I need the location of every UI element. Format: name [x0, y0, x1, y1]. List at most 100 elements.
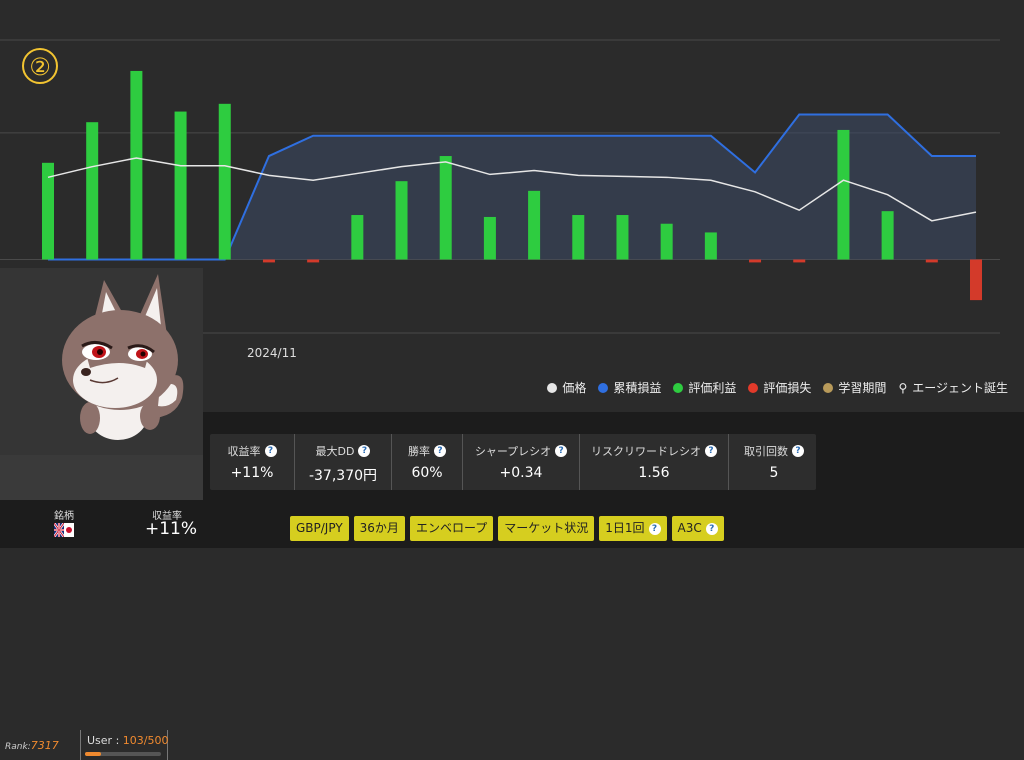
strategy-tag-label: GBP/JPY	[296, 521, 343, 535]
stat-label: シャープレシオ	[474, 445, 552, 458]
stat-label: 勝率	[408, 445, 430, 458]
stat-label-row: 勝率?	[392, 443, 462, 459]
pin-icon: ⚲	[898, 380, 908, 395]
loss-bar	[749, 259, 762, 263]
strategy-tag-label: エンベロープ	[415, 521, 488, 535]
help-icon[interactable]: ?	[555, 445, 568, 457]
strategy-tag[interactable]: 1日1回?	[599, 516, 667, 541]
stat-cell: 最大DD? -37,370円	[295, 434, 392, 490]
stat-value: +0.34	[499, 465, 543, 481]
legend-dot-icon	[547, 382, 558, 393]
stock-label: 銘柄	[54, 511, 74, 522]
strategy-tag[interactable]: マーケット状況	[498, 516, 595, 541]
profit-bar	[439, 156, 452, 260]
legend-label: 価格	[562, 381, 587, 395]
profit-bar	[395, 181, 408, 260]
performance-stats-bar: 収益率? +11% 最大DD? -37,370円 勝率? 60% シャープレシオ? +0.34…	[210, 434, 816, 490]
profit-bar	[616, 215, 629, 260]
agent-avatar-illustration	[62, 274, 184, 440]
strategy-tag-label: A3C	[677, 521, 702, 535]
gbp-jpy-flag-icon	[54, 523, 74, 537]
help-icon[interactable]: ?	[434, 445, 446, 457]
profit-bar	[572, 215, 585, 260]
user-progress-fill	[85, 752, 101, 756]
profit-bar	[704, 232, 717, 260]
strategy-tag[interactable]: GBP/JPY	[290, 516, 349, 541]
legend-label: 学習期間	[838, 381, 887, 395]
stat-label: 取引回数	[744, 445, 788, 458]
profit-bar	[174, 111, 187, 260]
loss-bar	[262, 259, 275, 263]
legend-label: 累積損益	[613, 381, 662, 395]
profit-bar	[483, 216, 496, 260]
loss-bar	[925, 259, 938, 263]
legend-item[interactable]: 評価利益	[673, 379, 736, 396]
stat-label: 収益率	[227, 445, 261, 458]
user-count-text: User : 103/500	[87, 734, 168, 747]
help-icon[interactable]: ?	[705, 522, 718, 535]
stat-cell: シャープレシオ? +0.34	[463, 434, 580, 490]
profit-bar	[86, 122, 99, 260]
rank-display: Rank:7317	[5, 739, 59, 752]
stat-value: 5	[769, 465, 779, 481]
stat-value: 1.56	[638, 465, 670, 481]
stat-cell: 取引回数? 5	[729, 434, 819, 490]
profit-bar	[837, 129, 850, 260]
stat-cell: リスクリワードレシオ? 1.56	[580, 434, 729, 490]
user-progress-bar	[85, 752, 161, 756]
stat-value: 60%	[411, 465, 443, 481]
chart-legend: 価格 累積損益 評価利益 評価損失 学習期間 ⚲ エージェント誕生	[547, 379, 1008, 396]
help-icon[interactable]: ?	[648, 522, 661, 535]
x-axis-date-label: 2024/11	[247, 346, 297, 360]
user-prefix: User :	[87, 734, 123, 747]
stat-label-row: シャープレシオ?	[463, 443, 579, 459]
panel-number-label: ②	[22, 48, 58, 84]
rank-value: 7317	[30, 739, 59, 752]
strategy-tag[interactable]: 36か月	[353, 516, 405, 541]
help-icon[interactable]: ?	[264, 445, 277, 457]
strategy-tag-label: マーケット状況	[504, 521, 589, 535]
profit-bar	[528, 190, 541, 260]
profit-bar	[881, 211, 894, 260]
stat-value: +11%	[230, 465, 274, 481]
legend-dot-icon	[598, 382, 609, 393]
stat-label-row: リスクリワードレシオ?	[580, 443, 728, 459]
stat-label: 最大DD	[315, 445, 355, 458]
legend-item[interactable]: 学習期間	[823, 379, 886, 396]
stat-label-row: 収益率?	[210, 443, 294, 459]
rank-prefix: Rank:	[5, 742, 31, 752]
legend-dot-icon	[673, 382, 684, 393]
stat-cell: 収益率? +11%	[210, 434, 295, 490]
stat-value: -37,370円	[308, 468, 378, 484]
profit-bar	[351, 215, 364, 260]
return-value: +11%	[145, 519, 198, 539]
legend-item[interactable]: 価格	[547, 379, 586, 396]
legend-label: 評価利益	[688, 381, 737, 395]
legend-dot-icon	[823, 382, 834, 393]
stat-label: リスクリワードレシオ	[591, 445, 701, 458]
strategy-tag[interactable]: A3C?	[671, 516, 724, 541]
profit-bar	[130, 70, 143, 260]
stat-label-row: 最大DD?	[295, 443, 391, 459]
user-count-box: User : 103/500	[80, 730, 168, 760]
help-icon[interactable]: ?	[358, 445, 371, 457]
legend-dot-icon	[748, 382, 759, 393]
legend-item[interactable]: ⚲ エージェント誕生	[898, 379, 1008, 396]
stat-cell: 勝率? 60%	[392, 434, 463, 490]
profit-bar	[660, 223, 673, 260]
strategy-tag-label: 1日1回	[605, 521, 645, 535]
loss-bar	[307, 259, 320, 263]
user-count-value: 103/500	[122, 734, 169, 747]
legend-label: エージェント誕生	[912, 381, 1008, 395]
legend-item[interactable]: 評価損失	[748, 379, 811, 396]
strategy-tags: GBP/JPY 36か月 エンベロープ マーケット状況 1日1回? A3C?	[290, 516, 724, 541]
profit-bar	[218, 103, 231, 260]
loss-bar	[970, 259, 982, 301]
stat-label-row: 取引回数?	[729, 443, 819, 459]
loss-bar	[793, 259, 806, 263]
legend-label: 評価損失	[763, 381, 812, 395]
help-icon[interactable]: ?	[792, 445, 804, 457]
legend-item[interactable]: 累積損益	[598, 379, 661, 396]
strategy-tag[interactable]: エンベロープ	[409, 516, 494, 541]
help-icon[interactable]: ?	[705, 445, 717, 457]
